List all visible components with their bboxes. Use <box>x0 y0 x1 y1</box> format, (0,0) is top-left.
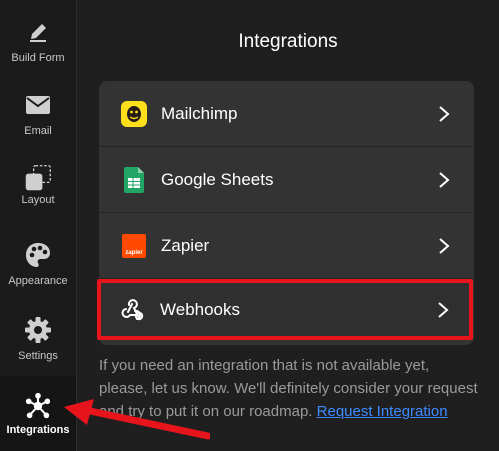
integration-row-google-sheets[interactable]: Google Sheets <box>99 147 474 213</box>
pencil-icon <box>24 18 52 46</box>
webhooks-icon <box>119 297 145 323</box>
sidebar-item-layout[interactable]: Layout <box>0 150 76 225</box>
layout-icon <box>24 164 52 192</box>
annotation-arrow <box>64 399 210 440</box>
palette-icon <box>24 241 52 269</box>
integration-label: Mailchimp <box>161 103 238 123</box>
chevron-right-icon <box>438 301 449 318</box>
main-panel: Integrations Mailchimp Google Sheets zap… <box>77 0 499 451</box>
sidebar: Build Form Email Layout Appearance Setti… <box>0 0 77 451</box>
sidebar-item-appearance[interactable]: Appearance <box>0 225 76 300</box>
sidebar-item-label: Settings <box>18 350 58 362</box>
chevron-right-icon <box>439 171 450 188</box>
integration-row-zapier[interactable]: zapier Zapier <box>99 213 474 279</box>
chevron-right-icon <box>439 237 450 254</box>
sidebar-item-email[interactable]: Email <box>0 75 76 150</box>
zapier-icon: zapier <box>121 233 147 259</box>
request-integration-link[interactable]: Request Integration <box>317 403 448 420</box>
integration-row-mailchimp[interactable]: Mailchimp <box>99 81 474 147</box>
page-title: Integrations <box>238 31 338 52</box>
integrations-hub-icon <box>24 392 52 420</box>
webhooks-highlight-box: Webhooks <box>97 279 473 340</box>
sidebar-item-build-form[interactable]: Build Form <box>0 0 76 75</box>
integration-label: Webhooks <box>160 299 241 319</box>
gear-icon <box>24 316 52 344</box>
chevron-right-icon <box>439 105 450 122</box>
sidebar-item-label: Email <box>24 125 52 137</box>
sidebar-item-label: Build Form <box>11 52 65 64</box>
integration-label: Google Sheets <box>161 169 274 189</box>
integration-label: Zapier <box>161 235 210 255</box>
mailchimp-icon <box>121 100 147 127</box>
zapier-logo-text: zapier <box>125 249 143 256</box>
sidebar-item-label: Appearance <box>8 275 68 287</box>
sidebar-item-settings[interactable]: Settings <box>0 300 76 375</box>
envelope-icon <box>24 91 52 119</box>
sidebar-item-label: Layout <box>21 194 55 206</box>
google-sheets-icon <box>121 166 147 193</box>
integration-row-webhooks[interactable]: Webhooks <box>101 283 469 336</box>
